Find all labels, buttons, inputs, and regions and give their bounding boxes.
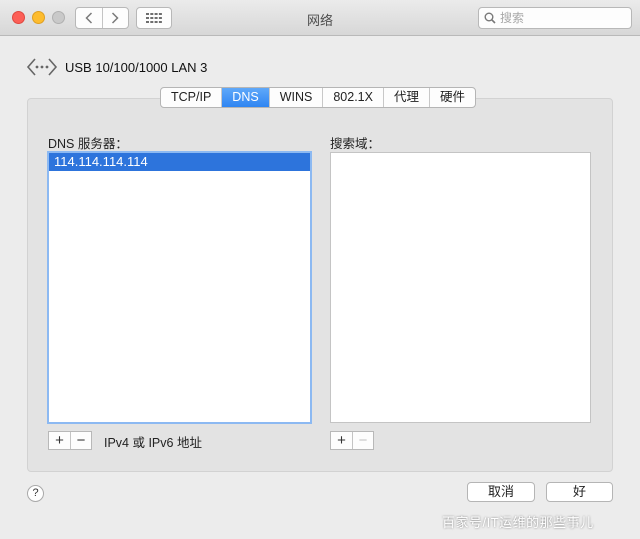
ethernet-arrows-icon xyxy=(26,58,58,76)
dns-servers-label: DNS 服务器： xyxy=(48,137,128,151)
tab-wins[interactable]: WINS xyxy=(268,88,323,107)
interface-name: USB 10/100/1000 LAN 3 xyxy=(65,59,208,75)
tab-tcpip[interactable]: TCP/IP xyxy=(161,88,221,107)
title-bar: 网络 xyxy=(0,0,640,36)
add-search-domain-button[interactable]: + xyxy=(331,432,352,449)
remove-dns-server-button[interactable]: − xyxy=(70,432,91,449)
list-item[interactable]: 114.114.114.114 xyxy=(49,153,310,171)
cancel-button[interactable]: 取消 xyxy=(467,482,535,502)
ok-button[interactable]: 好 xyxy=(546,482,613,502)
tab-hardware[interactable]: 硬件 xyxy=(428,88,475,107)
dns-address-hint: IPv4 或 IPv6 地址 xyxy=(104,436,202,450)
search-domains-label: 搜索域： xyxy=(330,137,381,151)
search-field[interactable] xyxy=(478,7,632,29)
search-icon xyxy=(484,12,496,24)
tab-dns[interactable]: DNS xyxy=(221,88,269,107)
help-button[interactable]: ? xyxy=(27,485,44,502)
add-dns-server-button[interactable]: + xyxy=(49,432,70,449)
interface-header: USB 10/100/1000 LAN 3 xyxy=(26,56,207,78)
dns-add-remove-group: + − xyxy=(48,431,92,450)
tab-bar: TCP/IP DNS WINS 802.1X 代理 硬件 xyxy=(160,87,476,108)
dns-servers-list[interactable]: 114.114.114.114 xyxy=(47,151,312,424)
search-domain-add-remove-group: + − xyxy=(330,431,374,450)
search-input[interactable] xyxy=(500,11,620,25)
tab-proxy[interactable]: 代理 xyxy=(382,88,429,107)
tab-8021x[interactable]: 802.1X xyxy=(322,88,383,107)
remove-search-domain-button: − xyxy=(352,432,373,449)
watermark: 百家号/IT运维的那些事儿 xyxy=(442,515,594,530)
search-domains-list[interactable] xyxy=(330,152,591,423)
